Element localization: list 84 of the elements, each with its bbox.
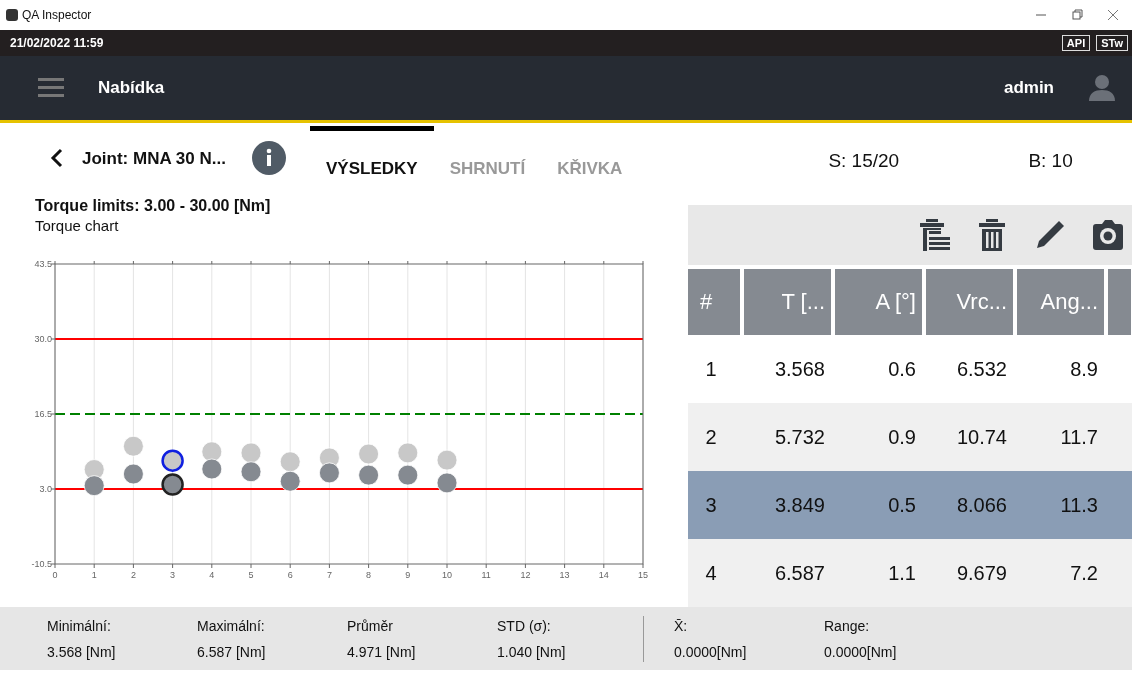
user-icon[interactable] bbox=[1088, 74, 1116, 102]
column-header[interactable]: A [°] bbox=[835, 269, 922, 335]
table-cell-text: 1 bbox=[704, 357, 718, 381]
stat-value: 3.568 [Nm] bbox=[47, 643, 117, 660]
table-cell-text: 8.9 bbox=[1069, 357, 1099, 381]
table-cell-text: 5.732 bbox=[773, 425, 826, 449]
table-row[interactable]: 3 3.849 0.5 8.066 11.3 bbox=[688, 471, 1132, 539]
data-point[interactable] bbox=[161, 473, 184, 496]
table-row[interactable]: 4 6.587 1.1 9.679 7.2 bbox=[688, 539, 1132, 607]
table-row[interactable]: 2 5.732 0.9 10.74 11.7 bbox=[688, 403, 1132, 471]
table-cell-text: 8.066 bbox=[955, 493, 1008, 517]
axis-tick-label: 0 bbox=[52, 570, 58, 580]
table-cell-text: 0.5 bbox=[887, 493, 917, 517]
status-badge: STw bbox=[1096, 35, 1128, 51]
torque-limits: Torque limits: 3.00 - 30.00 [Nm] bbox=[35, 197, 272, 215]
table-cell-text: 4 bbox=[704, 561, 718, 585]
axis-tick-label: 8 bbox=[366, 570, 372, 580]
stat-label: Range: bbox=[824, 617, 871, 634]
table-row[interactable]: 1 3.568 0.6 6.532 8.9 bbox=[688, 335, 1132, 403]
stat-value: 1.040 [Nm] bbox=[497, 643, 567, 660]
table-cell-text: 11.7 bbox=[1059, 425, 1099, 449]
table-cell-text: 11.3 bbox=[1059, 493, 1099, 517]
axis-tick-label: 16.5 bbox=[34, 409, 52, 419]
stat-value: 4.971 [Nm] bbox=[347, 643, 417, 660]
table-cell-text: 0.6 bbox=[887, 357, 917, 381]
column-header[interactable]: Ang... bbox=[1017, 269, 1104, 335]
tab[interactable]: KŘIVKA bbox=[541, 126, 639, 186]
axis-tick-label: 2 bbox=[130, 570, 136, 580]
table-cell-text: 3 bbox=[704, 493, 718, 517]
tab[interactable]: VÝSLEDKY bbox=[310, 126, 434, 186]
axis-tick-label: 7 bbox=[326, 570, 332, 580]
axis-tick-label: 14 bbox=[598, 570, 609, 580]
axis-tick-label: 3.0 bbox=[39, 484, 52, 494]
info-icon[interactable] bbox=[252, 141, 286, 175]
axis-tick-label: 1 bbox=[91, 570, 97, 580]
camera-icon[interactable] bbox=[1090, 217, 1126, 253]
stat-value: 0.0000[Nm] bbox=[674, 643, 748, 660]
table-cell-text: 6.587 bbox=[773, 561, 826, 585]
column-header[interactable]: # bbox=[688, 269, 740, 335]
axis-tick-label: 43.5 bbox=[34, 259, 52, 269]
stat-label: X̄: bbox=[674, 617, 689, 634]
table-cell-text: 2 bbox=[704, 425, 718, 449]
back-icon[interactable] bbox=[50, 148, 64, 168]
table-cell-text: 7.2 bbox=[1069, 561, 1099, 585]
stat-label: Minimální: bbox=[47, 617, 112, 634]
stat-label: STD (σ): bbox=[497, 617, 552, 634]
stat-value: 6.587 [Nm] bbox=[197, 643, 267, 660]
axis-tick-label: 15 bbox=[638, 570, 648, 580]
user-name: admin bbox=[1003, 78, 1054, 98]
table-cell-text: 6.532 bbox=[955, 357, 1008, 381]
axis-tick-label: 3 bbox=[170, 570, 176, 580]
joint-title: Joint: MNA 30 N... bbox=[82, 149, 227, 169]
axis-tick-label: 5 bbox=[248, 570, 254, 580]
sequence-counter: S: 15/20 bbox=[828, 150, 901, 172]
table-cell-text: 3.849 bbox=[773, 493, 826, 517]
stat-value: 0.0000[Nm] bbox=[824, 643, 898, 660]
data-point[interactable] bbox=[161, 449, 184, 472]
table-cell-text: 0.9 bbox=[887, 425, 917, 449]
stat-label: Maximální: bbox=[197, 617, 266, 634]
chart-title: Torque chart bbox=[35, 217, 120, 234]
table-cell-text: 10.74 bbox=[955, 425, 1008, 449]
column-header[interactable]: Vrc... bbox=[926, 269, 1013, 335]
table-cell-text: 1.1 bbox=[887, 561, 917, 585]
table-cell-text: 3.568 bbox=[773, 357, 826, 381]
tab[interactable]: SHRNUTÍ bbox=[433, 126, 542, 186]
app-icon bbox=[6, 9, 18, 21]
axis-tick-label: -10.5 bbox=[31, 559, 52, 569]
menu-icon[interactable] bbox=[38, 77, 64, 99]
table-cell-text: 9.679 bbox=[955, 561, 1008, 585]
axis-tick-label: 11 bbox=[481, 570, 491, 580]
menu-label[interactable]: Nabídka bbox=[98, 78, 1004, 98]
status-badge: API bbox=[1061, 35, 1091, 51]
axis-tick-label: 10 bbox=[442, 570, 452, 580]
batch-counter: B: 10 bbox=[1028, 150, 1073, 172]
axis-tick-label: 6 bbox=[287, 570, 293, 580]
axis-tick-label: 12 bbox=[520, 570, 531, 580]
axis-tick-label: 30.0 bbox=[34, 334, 52, 344]
axis-tick-label: 13 bbox=[559, 570, 570, 580]
column-header[interactable]: T [... bbox=[744, 269, 831, 335]
axis-tick-label: 9 bbox=[405, 570, 411, 580]
stat-label: Průměr bbox=[347, 617, 394, 634]
axis-tick-label: 4 bbox=[209, 570, 215, 580]
date-time: 21/02/2022 11:59 bbox=[10, 36, 105, 50]
window-title: QA Inspector bbox=[22, 8, 93, 22]
